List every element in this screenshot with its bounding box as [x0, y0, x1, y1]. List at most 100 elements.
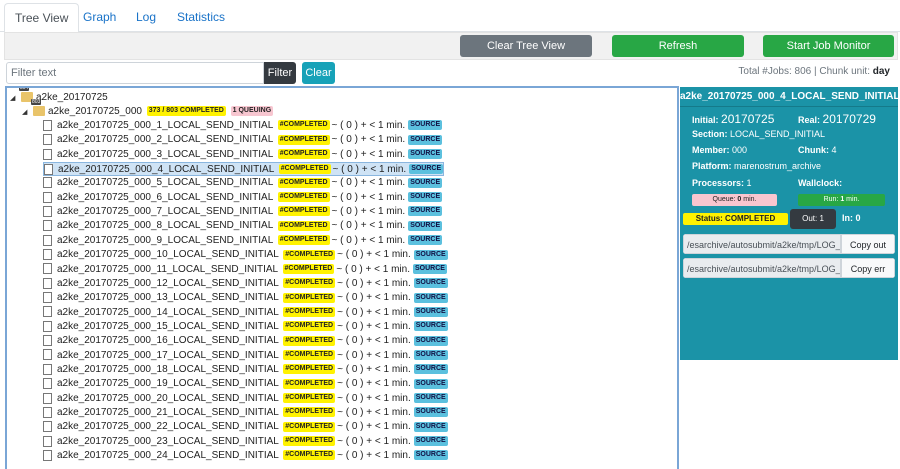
- file-icon: [43, 349, 52, 361]
- platform-label: Platform:: [692, 161, 732, 171]
- job-row[interactable]: a2ke_20170725_000_13_LOCAL_SEND_INITIAL …: [43, 291, 448, 305]
- job-row[interactable]: a2ke_20170725_000_18_LOCAL_SEND_INITIAL …: [43, 363, 448, 377]
- job-timing: ~ ( 0 ) + < 1 min.: [337, 363, 411, 375]
- job-row[interactable]: a2ke_20170725_000_10_LOCAL_SEND_INITIAL …: [43, 248, 448, 262]
- job-status-badge: #COMPLETED: [283, 450, 336, 461]
- job-name: a2ke_20170725_000_23_LOCAL_SEND_INITIAL: [57, 435, 279, 447]
- job-row[interactable]: a2ke_20170725_000_22_LOCAL_SEND_INITIAL …: [43, 420, 448, 434]
- source-badge: SOURCE: [413, 436, 448, 447]
- job-status-badge: #COMPLETED: [277, 120, 330, 131]
- processors-label: Processors:: [692, 178, 745, 188]
- source-badge: SOURCE: [413, 292, 448, 303]
- copy-out-button[interactable]: Copy out: [841, 234, 895, 254]
- job-timing: ~ ( 0 ) + < 1 min.: [337, 320, 411, 332]
- job-name: a2ke_20170725_000_10_LOCAL_SEND_INITIAL: [57, 249, 279, 261]
- job-row[interactable]: a2ke_20170725_000_2_LOCAL_SEND_INITIAL #…: [43, 133, 443, 147]
- queuing-count-badge: 1 QUEUING: [230, 106, 274, 117]
- job-row[interactable]: a2ke_20170725_000_1_LOCAL_SEND_INITIAL #…: [43, 119, 443, 133]
- job-row[interactable]: a2ke_20170725_000_17_LOCAL_SEND_INITIAL …: [43, 349, 448, 363]
- job-status-badge: #COMPLETED: [277, 192, 330, 203]
- job-name: a2ke_20170725_000_14_LOCAL_SEND_INITIAL: [57, 306, 279, 318]
- real-field: Real: 20170729: [798, 112, 876, 126]
- job-timing: ~ ( 0 ) + < 1 min.: [331, 148, 406, 160]
- group-label: a2ke_20170725_000: [48, 106, 142, 117]
- source-badge: SOURCE: [413, 321, 448, 332]
- job-row[interactable]: a2ke_20170725_000_20_LOCAL_SEND_INITIAL …: [43, 392, 448, 406]
- run-unit: min.: [844, 196, 860, 203]
- chunk-field: Chunk: 4: [798, 145, 837, 155]
- out-dependencies-button[interactable]: Out: 1: [790, 209, 836, 229]
- job-row[interactable]: a2ke_20170725_000_21_LOCAL_SEND_INITIAL …: [43, 406, 448, 420]
- job-status-badge: #COMPLETED: [277, 149, 330, 160]
- file-icon: [43, 435, 52, 447]
- tab-statistics[interactable]: Statistics: [167, 3, 235, 32]
- section-label: Section:: [692, 129, 728, 139]
- job-status-badge: #COMPLETED: [283, 292, 336, 303]
- section-value: LOCAL_SEND_INITIAL: [730, 129, 826, 139]
- file-icon: [43, 363, 52, 375]
- job-name: a2ke_20170725_000_20_LOCAL_SEND_INITIAL: [57, 392, 279, 404]
- job-timing: ~ ( 0 ) + < 1 min.: [337, 306, 411, 318]
- job-status-badge: #COMPLETED: [283, 393, 336, 403]
- err-log-path[interactable]: /esarchive/autosubmit/a2ke/tmp/LOG_a2ke/…: [683, 258, 841, 278]
- job-row[interactable]: a2ke_20170725_000_3_LOCAL_SEND_INITIAL #…: [43, 148, 443, 162]
- refresh-button[interactable]: Refresh: [612, 35, 744, 57]
- job-name: a2ke_20170725_000_8_LOCAL_SEND_INITIAL: [57, 220, 273, 232]
- source-badge: SOURCE: [408, 235, 443, 246]
- job-tree[interactable]: ◢ 804 a2ke_20170725 ◢ 803 a2ke_20170725_00…: [5, 86, 679, 469]
- job-name: a2ke_20170725_000_13_LOCAL_SEND_INITIAL: [57, 292, 279, 304]
- source-badge: SOURCE: [408, 177, 443, 188]
- job-name: a2ke_20170725_000_7_LOCAL_SEND_INITIAL: [57, 206, 273, 218]
- tab-graph[interactable]: Graph: [73, 3, 126, 32]
- job-row[interactable]: a2ke_20170725_000_4_LOCAL_SEND_INITIAL #…: [43, 162, 445, 177]
- job-row[interactable]: a2ke_20170725_000_19_LOCAL_SEND_INITIAL …: [43, 377, 448, 391]
- job-name: a2ke_20170725_000_16_LOCAL_SEND_INITIAL: [57, 335, 279, 347]
- start-job-monitor-button[interactable]: Start Job Monitor: [763, 35, 894, 57]
- source-badge: SOURCE: [413, 378, 448, 389]
- source-badge: SOURCE: [413, 421, 448, 432]
- tab-log[interactable]: Log: [126, 3, 166, 32]
- job-timing: ~ ( 0 ) + < 1 min.: [337, 407, 411, 418]
- job-status-badge: #COMPLETED: [283, 349, 336, 360]
- job-timing: ~ ( 0 ) + < 1 min.: [337, 292, 411, 304]
- job-row[interactable]: a2ke_20170725_000_24_LOCAL_SEND_INITIAL …: [43, 449, 448, 463]
- file-icon: [43, 277, 52, 289]
- job-row[interactable]: a2ke_20170725_000_23_LOCAL_SEND_INITIAL …: [43, 435, 448, 449]
- job-status-badge: #COMPLETED: [283, 378, 336, 389]
- job-row[interactable]: a2ke_20170725_000_6_LOCAL_SEND_INITIAL #…: [43, 191, 443, 205]
- filter-button[interactable]: Filter: [264, 62, 296, 84]
- run-time-badge: Run: 1 min.: [798, 194, 885, 206]
- job-row[interactable]: a2ke_20170725_000_7_LOCAL_SEND_INITIAL #…: [43, 205, 443, 219]
- expand-group-icon[interactable]: ◢: [22, 108, 27, 116]
- clear-tree-view-button[interactable]: Clear Tree View: [460, 35, 592, 57]
- job-row[interactable]: a2ke_20170725_000_14_LOCAL_SEND_INITIAL …: [43, 306, 448, 320]
- out-log-path[interactable]: /esarchive/autosubmit/a2ke/tmp/LOG_a2ke/…: [683, 234, 841, 254]
- source-badge: SOURCE: [408, 134, 443, 145]
- job-row[interactable]: a2ke_20170725_000_9_LOCAL_SEND_INITIAL #…: [43, 234, 443, 248]
- source-badge: SOURCE: [413, 349, 448, 360]
- job-status-badge: #COMPLETED: [283, 436, 336, 447]
- job-name: a2ke_20170725_000_5_LOCAL_SEND_INITIAL: [57, 177, 273, 189]
- job-row[interactable]: a2ke_20170725_000_12_LOCAL_SEND_INITIAL …: [43, 277, 448, 291]
- expand-root-icon[interactable]: ◢: [10, 94, 15, 102]
- tab-tree-view[interactable]: Tree View: [4, 3, 80, 33]
- source-badge: SOURCE: [413, 364, 448, 375]
- copy-err-button[interactable]: Copy err: [841, 258, 895, 278]
- job-name: a2ke_20170725_000_22_LOCAL_SEND_INITIAL: [57, 421, 279, 433]
- queue-text: Queue:: [712, 196, 738, 203]
- file-icon: [43, 205, 52, 217]
- job-row[interactable]: a2ke_20170725_000_8_LOCAL_SEND_INITIAL #…: [43, 219, 443, 233]
- job-row[interactable]: a2ke_20170725_000_5_LOCAL_SEND_INITIAL #…: [43, 176, 443, 190]
- processors-value: 1: [746, 178, 752, 188]
- tree-group-node[interactable]: 803 a2ke_20170725_000 373 / 803 COMPLETED…: [31, 99, 274, 119]
- job-row[interactable]: a2ke_20170725_000_16_LOCAL_SEND_INITIAL …: [43, 334, 448, 348]
- job-timing: ~ ( 0 ) + < 1 min.: [337, 349, 411, 361]
- job-status-badge: #COMPLETED: [283, 407, 336, 418]
- job-row[interactable]: a2ke_20170725_000_11_LOCAL_SEND_INITIAL …: [43, 263, 447, 277]
- job-row[interactable]: a2ke_20170725_000_15_LOCAL_SEND_INITIAL …: [43, 320, 448, 334]
- clear-filter-button[interactable]: Clear: [302, 62, 335, 84]
- filter-input[interactable]: [6, 62, 264, 84]
- file-icon: [43, 177, 52, 189]
- file-icon: [43, 292, 52, 304]
- job-timing: ~ ( 0 ) + < 1 min.: [337, 450, 411, 462]
